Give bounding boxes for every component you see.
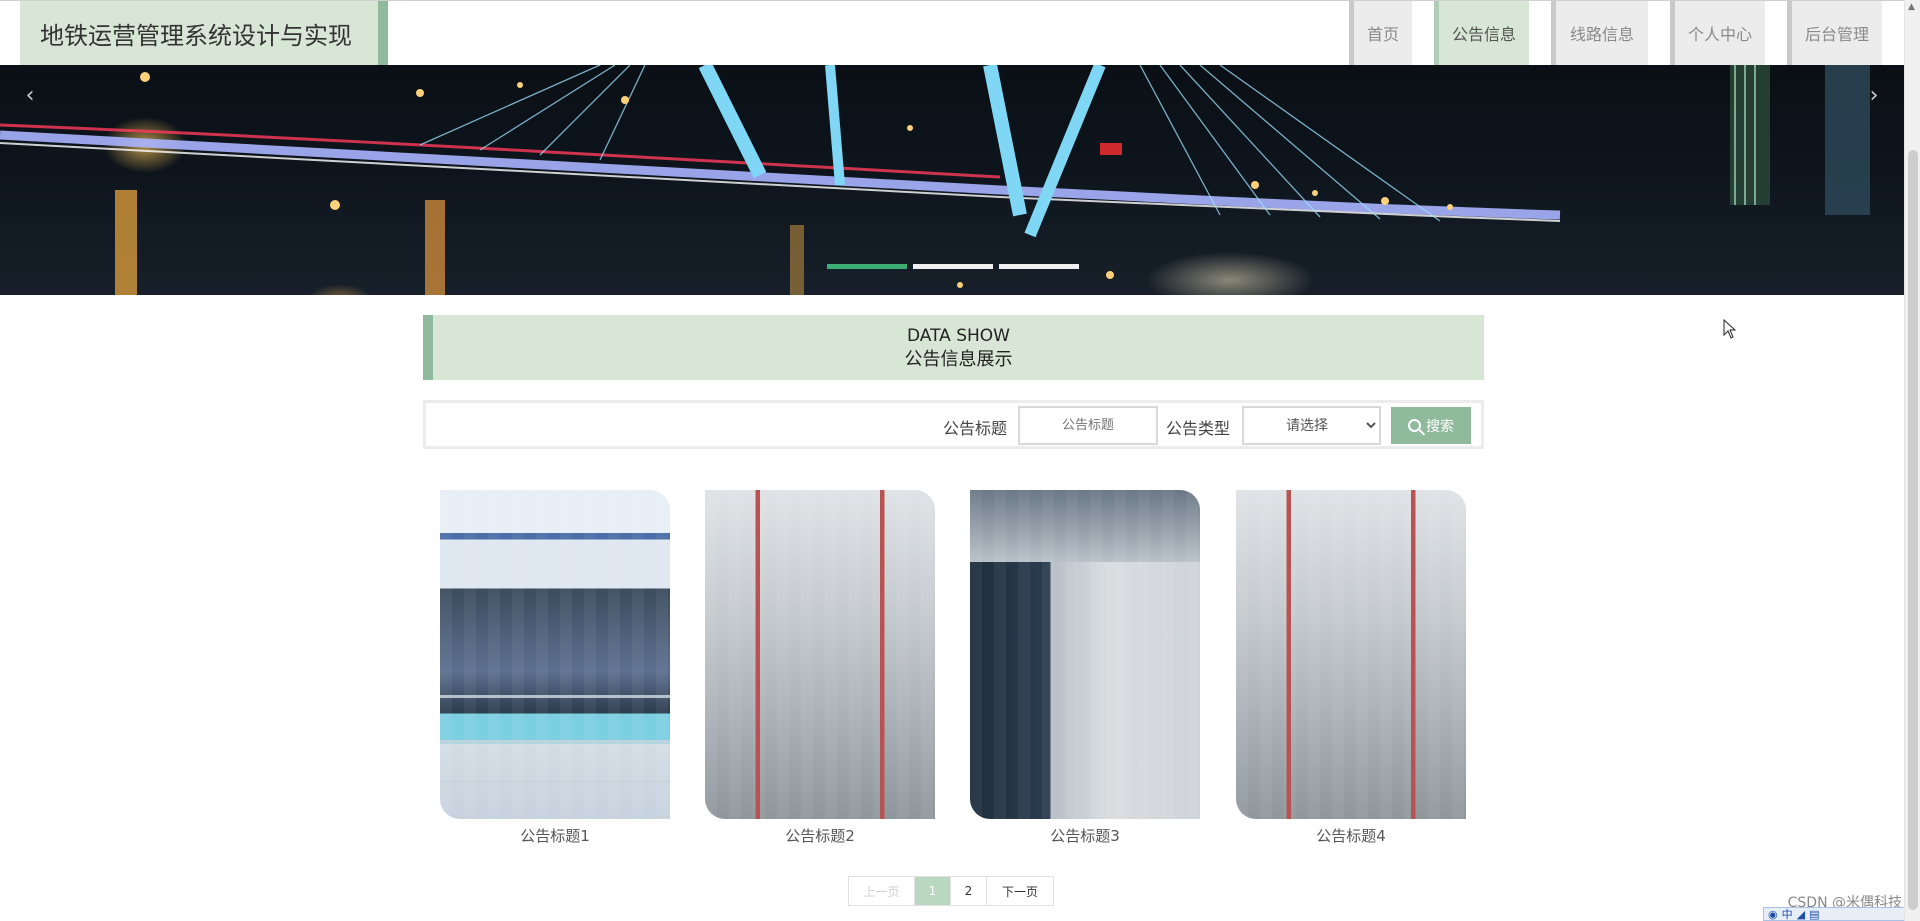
scroll-up-icon[interactable]: ▲ <box>1908 2 1915 12</box>
scroll-thumb[interactable] <box>1908 150 1918 910</box>
ime-logo-icon: ◉ <box>1768 907 1778 921</box>
banner-carousel[interactable]: ‹ › <box>0 65 1904 295</box>
announcement-card[interactable]: 公告标题1 <box>440 490 670 846</box>
nav-item-admin[interactable]: 后台管理 <box>1787 1 1882 65</box>
page-scrollbar[interactable]: ▲ <box>1904 0 1920 921</box>
nav-item-profile[interactable]: 个人中心 <box>1670 1 1765 65</box>
top-header: 地铁运营管理系统设计与实现 首页 公告信息 线路信息 个人中心 后台管理 <box>0 0 1904 65</box>
ime-mode-label: 中 <box>1781 908 1793 921</box>
title-search-input[interactable] <box>1018 406 1158 445</box>
next-page-button[interactable]: 下一页 <box>987 877 1053 905</box>
carousel-dot-3[interactable] <box>999 264 1079 269</box>
page-button-2[interactable]: 2 <box>951 877 987 905</box>
announcement-title[interactable]: 公告标题2 <box>705 825 935 846</box>
announcement-image[interactable] <box>970 490 1200 819</box>
chevron-left-icon[interactable]: ‹ <box>20 83 40 108</box>
announcement-title[interactable]: 公告标题3 <box>970 825 1200 846</box>
nav-label: 后台管理 <box>1805 25 1870 44</box>
carousel-dot-1[interactable] <box>827 264 907 269</box>
app-root: { "header": { "title": "地铁运营管理系统设计与实现", … <box>0 0 1920 921</box>
type-select[interactable]: 请选择 <box>1242 406 1381 445</box>
title-filter-label: 公告标题 <box>943 419 1008 438</box>
type-filter-label: 公告类型 <box>1166 419 1231 438</box>
section-title: DATA SHOW 公告信息展示 <box>423 315 1484 380</box>
ime-toolbar[interactable]: ◉ 中 ◢ ▤ <box>1763 907 1913 921</box>
search-button-label: 搜索 <box>1426 417 1454 434</box>
announcement-image[interactable] <box>705 490 935 819</box>
search-button[interactable]: 搜索 <box>1391 407 1471 444</box>
banner-image <box>0 65 1870 295</box>
carousel-indicators <box>827 264 1079 269</box>
prev-page-button[interactable]: 上一页 <box>849 877 915 905</box>
main-nav: 首页 公告信息 线路信息 个人中心 后台管理 <box>1327 1 1882 65</box>
nav-item-lines[interactable]: 线路信息 <box>1551 1 1648 65</box>
search-icon <box>1408 419 1421 432</box>
site-logo[interactable]: 地铁运营管理系统设计与实现 <box>20 1 388 65</box>
announcement-image[interactable] <box>1236 490 1466 819</box>
nav-item-home[interactable]: 首页 <box>1349 1 1412 65</box>
carousel-dot-2[interactable] <box>913 264 993 269</box>
page-button-1[interactable]: 1 <box>915 877 951 905</box>
nav-label: 个人中心 <box>1688 25 1753 44</box>
site-title: 地铁运营管理系统设计与实现 <box>40 21 352 50</box>
announcement-card[interactable]: 公告标题4 <box>1236 490 1466 846</box>
ime-keyboard-icon: ▤ <box>1809 907 1820 921</box>
nav-label: 首页 <box>1367 25 1400 44</box>
section-title-en: DATA SHOW <box>907 325 1010 346</box>
mouse-cursor-icon <box>1723 319 1737 339</box>
announcement-title[interactable]: 公告标题4 <box>1236 825 1466 846</box>
search-bar: 公告标题 公告类型 请选择 搜索 <box>423 400 1484 449</box>
nav-label: 线路信息 <box>1570 25 1635 44</box>
chevron-right-icon[interactable]: › <box>1864 83 1884 108</box>
nav-label: 公告信息 <box>1452 25 1517 44</box>
section-title-cn: 公告信息展示 <box>904 348 1013 370</box>
announcement-card[interactable]: 公告标题3 <box>970 490 1200 846</box>
pagination: 上一页 1 2 下一页 <box>848 876 1054 906</box>
nav-item-announcements[interactable]: 公告信息 <box>1434 1 1529 65</box>
ime-punctuation-icon: ◢ <box>1796 907 1806 921</box>
announcement-list: 公告标题1 公告标题2 公告标题3 公告标题4 <box>440 490 1470 850</box>
announcement-image[interactable] <box>440 490 670 819</box>
announcement-card[interactable]: 公告标题2 <box>705 490 935 846</box>
announcement-title[interactable]: 公告标题1 <box>440 825 670 846</box>
